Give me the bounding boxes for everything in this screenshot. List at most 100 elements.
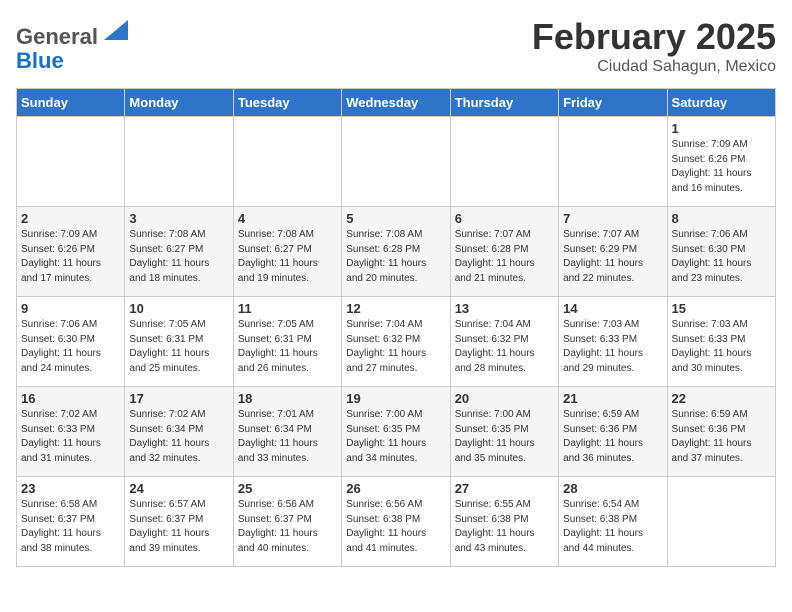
calendar-cell	[233, 117, 341, 207]
header-saturday: Saturday	[667, 89, 775, 117]
page-header: General Blue February 2025 Ciudad Sahagu…	[16, 16, 776, 76]
header-friday: Friday	[559, 89, 667, 117]
calendar-body: 1 Sunrise: 7:09 AM Sunset: 6:26 PM Daylig…	[17, 117, 776, 567]
header-tuesday: Tuesday	[233, 89, 341, 117]
title-block: February 2025 Ciudad Sahagun, Mexico	[532, 16, 776, 76]
day-info: Sunrise: 7:09 AM Sunset: 6:26 PM Dayligh…	[21, 228, 120, 286]
calendar-cell: 6 Sunrise: 7:07 AM Sunset: 6:28 PM Daylig…	[450, 207, 558, 297]
day-number: 10	[129, 301, 228, 316]
day-number: 21	[563, 391, 662, 406]
day-info: Sunrise: 7:03 AM Sunset: 6:33 PM Dayligh…	[563, 318, 662, 376]
calendar-cell: 8Sunrise: 7:06 AM Sunset: 6:30 PM Daylig…	[667, 207, 775, 297]
calendar-week-2: 2 Sunrise: 7:09 AM Sunset: 6:26 PM Daylig…	[17, 207, 776, 297]
day-number: 13	[455, 301, 554, 316]
calendar-cell: 24 Sunrise: 6:57 AM Sunset: 6:37 PM Dayli…	[125, 477, 233, 567]
calendar-table: SundayMondayTuesdayWednesdayThursdayFrid…	[16, 88, 776, 567]
day-number: 12	[346, 301, 445, 316]
calendar-cell: 1 Sunrise: 7:09 AM Sunset: 6:26 PM Daylig…	[667, 117, 775, 207]
calendar-week-3: 9 Sunrise: 7:06 AM Sunset: 6:30 PM Daylig…	[17, 297, 776, 387]
day-number: 14	[563, 301, 662, 316]
day-info: Sunrise: 7:09 AM Sunset: 6:26 PM Dayligh…	[672, 138, 771, 196]
day-info: Sunrise: 6:58 AM Sunset: 6:37 PM Dayligh…	[21, 498, 120, 556]
logo-general: General	[16, 24, 98, 49]
day-number: 24	[129, 481, 228, 496]
month-title: February 2025	[532, 16, 776, 58]
day-info: Sunrise: 6:54 AM Sunset: 6:38 PM Dayligh…	[563, 498, 662, 556]
calendar-header-row: SundayMondayTuesdayWednesdayThursdayFrid…	[17, 89, 776, 117]
calendar-cell	[17, 117, 125, 207]
day-number: 11	[238, 301, 337, 316]
logo: General Blue	[16, 16, 128, 73]
calendar-cell: 16Sunrise: 7:02 AM Sunset: 6:33 PM Dayli…	[17, 387, 125, 477]
day-info: Sunrise: 7:04 AM Sunset: 6:32 PM Dayligh…	[455, 318, 554, 376]
day-number: 18	[238, 391, 337, 406]
calendar-cell: 27 Sunrise: 6:55 AM Sunset: 6:38 PM Dayli…	[450, 477, 558, 567]
day-number: 28	[563, 481, 662, 496]
calendar-cell: 21 Sunrise: 6:59 AM Sunset: 6:36 PM Dayli…	[559, 387, 667, 477]
day-info: Sunrise: 7:07 AM Sunset: 6:29 PM Dayligh…	[563, 228, 662, 286]
day-info: Sunrise: 7:05 AM Sunset: 6:31 PM Dayligh…	[238, 318, 337, 376]
day-number: 4	[238, 211, 337, 226]
calendar-cell: 20Sunrise: 7:00 AM Sunset: 6:35 PM Dayli…	[450, 387, 558, 477]
calendar-cell: 11 Sunrise: 7:05 AM Sunset: 6:31 PM Dayli…	[233, 297, 341, 387]
day-number: 23	[21, 481, 120, 496]
day-info: Sunrise: 6:59 AM Sunset: 6:36 PM Dayligh…	[563, 408, 662, 466]
header-sunday: Sunday	[17, 89, 125, 117]
day-info: Sunrise: 7:02 AM Sunset: 6:34 PM Dayligh…	[129, 408, 228, 466]
day-info: Sunrise: 6:56 AM Sunset: 6:37 PM Dayligh…	[238, 498, 337, 556]
calendar-cell: 4 Sunrise: 7:08 AM Sunset: 6:27 PM Daylig…	[233, 207, 341, 297]
day-number: 5	[346, 211, 445, 226]
day-number: 6	[455, 211, 554, 226]
calendar-cell: 23 Sunrise: 6:58 AM Sunset: 6:37 PM Dayli…	[17, 477, 125, 567]
calendar-cell: 19 Sunrise: 7:00 AM Sunset: 6:35 PM Dayli…	[342, 387, 450, 477]
header-wednesday: Wednesday	[342, 89, 450, 117]
calendar-cell: 18 Sunrise: 7:01 AM Sunset: 6:34 PM Dayli…	[233, 387, 341, 477]
day-number: 27	[455, 481, 554, 496]
calendar-cell: 7 Sunrise: 7:07 AM Sunset: 6:29 PM Daylig…	[559, 207, 667, 297]
day-info: Sunrise: 7:04 AM Sunset: 6:32 PM Dayligh…	[346, 318, 445, 376]
day-info: Sunrise: 7:08 AM Sunset: 6:28 PM Dayligh…	[346, 228, 445, 286]
location-title: Ciudad Sahagun, Mexico	[532, 58, 776, 76]
day-info: Sunrise: 7:01 AM Sunset: 6:34 PM Dayligh…	[238, 408, 337, 466]
day-info: Sunrise: 7:08 AM Sunset: 6:27 PM Dayligh…	[238, 228, 337, 286]
calendar-cell: 17 Sunrise: 7:02 AM Sunset: 6:34 PM Dayli…	[125, 387, 233, 477]
calendar-cell: 14 Sunrise: 7:03 AM Sunset: 6:33 PM Dayli…	[559, 297, 667, 387]
day-info: Sunrise: 7:00 AM Sunset: 6:35 PM Dayligh…	[346, 408, 445, 466]
calendar-cell: 2 Sunrise: 7:09 AM Sunset: 6:26 PM Daylig…	[17, 207, 125, 297]
day-number: 19	[346, 391, 445, 406]
calendar-cell: 15Sunrise: 7:03 AM Sunset: 6:33 PM Dayli…	[667, 297, 775, 387]
calendar-cell	[125, 117, 233, 207]
day-number: 7	[563, 211, 662, 226]
calendar-cell	[559, 117, 667, 207]
calendar-cell: 13 Sunrise: 7:04 AM Sunset: 6:32 PM Dayli…	[450, 297, 558, 387]
header-thursday: Thursday	[450, 89, 558, 117]
calendar-cell	[667, 477, 775, 567]
day-info: Sunrise: 7:02 AM Sunset: 6:33 PM Dayligh…	[21, 408, 120, 466]
day-info: Sunrise: 7:06 AM Sunset: 6:30 PM Dayligh…	[672, 228, 771, 286]
day-info: Sunrise: 6:56 AM Sunset: 6:38 PM Dayligh…	[346, 498, 445, 556]
day-number: 3	[129, 211, 228, 226]
day-info: Sunrise: 6:57 AM Sunset: 6:37 PM Dayligh…	[129, 498, 228, 556]
logo-icon	[100, 16, 128, 44]
calendar-cell	[342, 117, 450, 207]
day-info: Sunrise: 7:06 AM Sunset: 6:30 PM Dayligh…	[21, 318, 120, 376]
calendar-cell: 3 Sunrise: 7:08 AM Sunset: 6:27 PM Daylig…	[125, 207, 233, 297]
calendar-cell: 10Sunrise: 7:05 AM Sunset: 6:31 PM Dayli…	[125, 297, 233, 387]
day-number: 9	[21, 301, 120, 316]
calendar-cell: 22Sunrise: 6:59 AM Sunset: 6:36 PM Dayli…	[667, 387, 775, 477]
calendar-cell: 28 Sunrise: 6:54 AM Sunset: 6:38 PM Dayli…	[559, 477, 667, 567]
day-number: 1	[672, 121, 771, 136]
calendar-cell: 26Sunrise: 6:56 AM Sunset: 6:38 PM Dayli…	[342, 477, 450, 567]
day-number: 15	[672, 301, 771, 316]
day-info: Sunrise: 6:55 AM Sunset: 6:38 PM Dayligh…	[455, 498, 554, 556]
day-info: Sunrise: 7:07 AM Sunset: 6:28 PM Dayligh…	[455, 228, 554, 286]
logo-blue: Blue	[16, 48, 64, 73]
day-info: Sunrise: 7:08 AM Sunset: 6:27 PM Dayligh…	[129, 228, 228, 286]
calendar-cell: 9 Sunrise: 7:06 AM Sunset: 6:30 PM Daylig…	[17, 297, 125, 387]
day-number: 2	[21, 211, 120, 226]
calendar-week-5: 23 Sunrise: 6:58 AM Sunset: 6:37 PM Dayli…	[17, 477, 776, 567]
day-number: 25	[238, 481, 337, 496]
day-number: 17	[129, 391, 228, 406]
header-monday: Monday	[125, 89, 233, 117]
day-info: Sunrise: 6:59 AM Sunset: 6:36 PM Dayligh…	[672, 408, 771, 466]
